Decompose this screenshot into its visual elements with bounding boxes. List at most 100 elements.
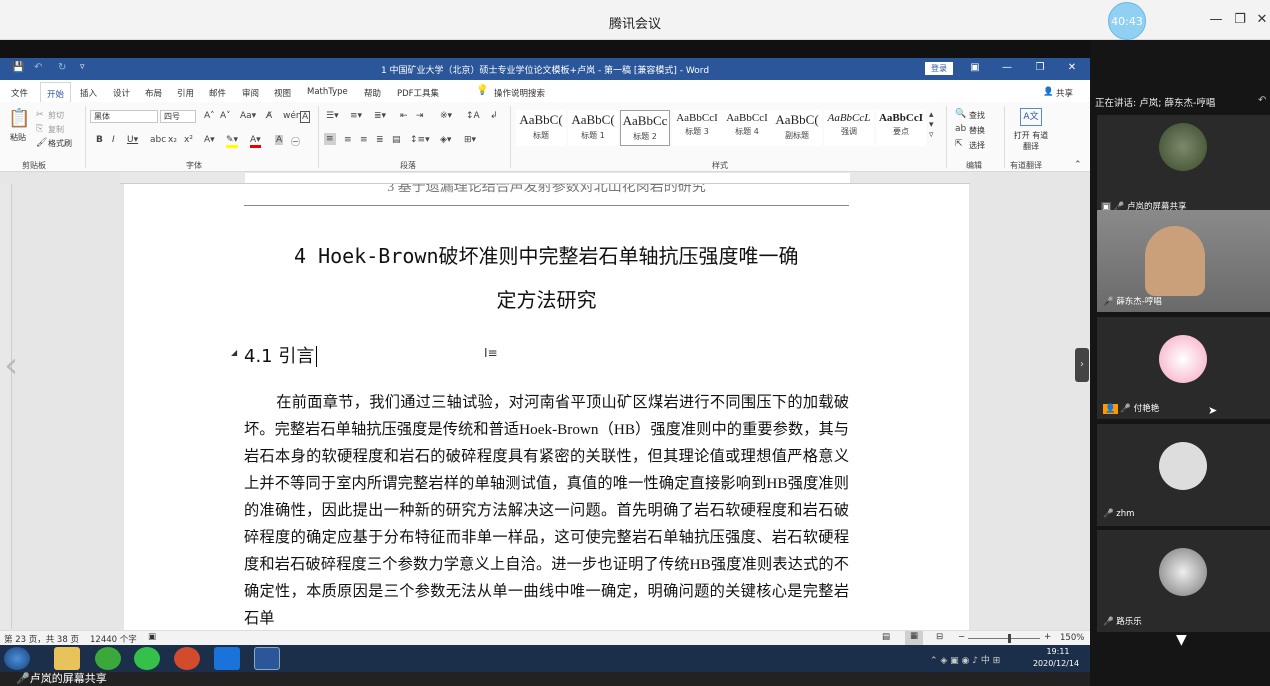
participant-tile[interactable]: 🎤 路乐乐 — [1097, 530, 1270, 632]
select-button[interactable]: 选择 — [969, 140, 985, 151]
style-title[interactable]: AaBbC(标题 — [516, 110, 566, 146]
enclose-char-icon[interactable]: ㊀ — [291, 135, 300, 148]
page-count[interactable]: 第 23 页，共 38 页 — [4, 633, 79, 645]
align-left-icon[interactable]: ≡ — [324, 133, 336, 145]
style-strong[interactable]: AaBbCcI 要点 — [876, 110, 926, 146]
font-color-icon[interactable]: A▾ — [250, 135, 261, 148]
line-spacing-icon[interactable]: ↕≡▾ — [410, 135, 430, 145]
justify-icon[interactable]: ≣ — [376, 135, 384, 145]
collapse-heading-icon[interactable]: ◢ — [231, 348, 237, 357]
distributed-icon[interactable]: ▤ — [392, 135, 401, 145]
style-subtitle[interactable]: AaBbC(副标题 — [772, 110, 822, 146]
highlight-icon[interactable]: ✎▾ — [226, 135, 239, 148]
chinese-layout-icon[interactable]: ※▾ — [440, 111, 452, 121]
panel-back-icon[interactable]: ↶ — [1258, 95, 1266, 106]
style-heading-1[interactable]: AaBbC(标题 1 — [568, 110, 618, 146]
cut-icon[interactable]: ✂ — [36, 110, 44, 120]
ribbon-display-icon[interactable]: ▣ — [968, 62, 982, 73]
powerpoint-icon[interactable] — [174, 647, 200, 670]
italic-icon[interactable]: I — [112, 135, 115, 145]
style-emphasis[interactable]: AaBbCcL 强调 — [824, 110, 874, 146]
web-layout-icon[interactable]: ⊟ — [936, 632, 943, 642]
minimize-icon[interactable]: — — [1206, 12, 1226, 27]
word-taskbar-icon[interactable] — [254, 647, 280, 670]
tray-icons[interactable]: ⌃ ◈ ▣ ◉ ♪ 中 ⊞ — [930, 653, 1000, 666]
zoom-out-icon[interactable]: − — [958, 632, 965, 642]
participant-tile[interactable]: ▣ 🎤 卢岚的屏幕共享 — [1097, 115, 1270, 217]
document-page[interactable]: 3 基于遗漏理论结合声发射参数对北山花岗岩的研究 4 Hoek-Brown破坏准… — [124, 184, 969, 630]
clock-time[interactable]: 19:11 — [1038, 647, 1078, 656]
change-case-icon[interactable]: Aa▾ — [240, 111, 256, 121]
translate-icon[interactable]: A文 — [1020, 108, 1042, 126]
find-icon[interactable]: 🔍 — [955, 109, 966, 119]
tab-help[interactable]: 帮助 — [364, 87, 381, 99]
replace-icon[interactable]: ab — [955, 124, 966, 134]
participant-tile[interactable]: 👤 🎤 付艳艳 — [1097, 317, 1270, 419]
participant-tile[interactable]: 🎤 薛东杰-哼唱 — [1097, 210, 1270, 312]
tab-references[interactable]: 引用 — [177, 87, 194, 99]
multilevel-list-icon[interactable]: ≣▾ — [374, 111, 386, 121]
format-painter-button[interactable]: 格式刷 — [48, 138, 72, 149]
text-effects-icon[interactable]: A▾ — [204, 135, 215, 145]
zoom-slider[interactable] — [968, 638, 1040, 639]
paste-icon[interactable]: 📋 — [8, 108, 30, 129]
tencent-meeting-icon[interactable] — [214, 647, 240, 670]
underline-icon[interactable]: U▾ — [127, 135, 138, 145]
restore-icon[interactable]: ❐ — [1230, 12, 1250, 27]
zoom-slider-thumb[interactable] — [1008, 634, 1011, 643]
tell-me-search[interactable]: 操作说明搜索 — [494, 87, 545, 99]
phonetic-icon[interactable]: wén — [283, 111, 302, 121]
copy-button[interactable]: 复制 — [48, 124, 64, 135]
word-count[interactable]: 12440 个字 — [90, 633, 137, 645]
tab-view[interactable]: 视图 — [274, 87, 291, 99]
word-minimize-icon[interactable]: — — [1000, 62, 1014, 73]
proofing-icon[interactable]: ▣ — [148, 632, 156, 642]
superscript-icon[interactable]: x² — [184, 135, 193, 145]
tab-layout[interactable]: 布局 — [145, 87, 162, 99]
char-border-icon[interactable]: A — [300, 111, 311, 123]
clock-date[interactable]: 2020/12/14 — [1030, 659, 1082, 668]
select-icon[interactable]: ⇱ — [955, 139, 963, 149]
zoom-in-icon[interactable]: + — [1044, 632, 1051, 642]
find-button[interactable]: 查找 — [969, 110, 985, 121]
word-close-icon[interactable]: ✕ — [1065, 62, 1079, 73]
subscript-icon[interactable]: x₂ — [168, 135, 177, 145]
wechat-icon[interactable] — [134, 647, 160, 670]
start-button-icon[interactable] — [4, 647, 30, 670]
browser-icon[interactable] — [95, 647, 121, 670]
paste-button[interactable]: 粘贴 — [10, 132, 26, 143]
close-icon[interactable]: ✕ — [1252, 12, 1270, 27]
previous-page-arrow[interactable]: ‹ — [4, 345, 18, 386]
show-marks-icon[interactable]: ↲ — [490, 111, 498, 121]
share-button[interactable]: 共享 — [1056, 87, 1073, 99]
styles-scroll-icon[interactable]: ▴ ▾ ▿ — [929, 110, 934, 140]
decrease-indent-icon[interactable]: ⇤ — [400, 111, 408, 121]
word-restore-icon[interactable]: ❐ — [1033, 62, 1047, 73]
tab-mathtype[interactable]: MathType — [307, 87, 348, 97]
cut-button[interactable]: 剪切 — [48, 110, 64, 121]
align-center-icon[interactable]: ≡ — [344, 135, 352, 145]
style-heading-3[interactable]: AaBbCcI 标题 3 — [672, 110, 722, 146]
zoom-level[interactable]: 150% — [1060, 633, 1084, 643]
strikethrough-icon[interactable]: abc — [150, 135, 166, 145]
font-name-select[interactable]: 黑体 — [90, 110, 158, 123]
format-painter-icon[interactable]: 🖌 — [36, 138, 47, 148]
tab-pdf-tools[interactable]: PDF工具集 — [397, 87, 439, 99]
tab-home[interactable]: 开始 — [40, 82, 72, 102]
login-button[interactable]: 登录 — [925, 62, 953, 75]
font-size-select[interactable]: 四号 — [160, 110, 196, 123]
replace-button[interactable]: 替换 — [969, 125, 985, 136]
clear-format-icon[interactable]: A̸ — [266, 111, 272, 121]
shading-icon[interactable]: ◈▾ — [440, 135, 451, 145]
participant-tile[interactable]: 🎤 zhm — [1097, 424, 1270, 526]
style-heading-2[interactable]: AaBbCc 标题 2 — [620, 110, 670, 146]
tab-insert[interactable]: 插入 — [80, 87, 97, 99]
copy-icon[interactable]: ⎘ — [36, 124, 43, 134]
horizontal-ruler[interactable] — [120, 172, 970, 184]
tab-mailings[interactable]: 邮件 — [209, 87, 226, 99]
style-heading-4[interactable]: AaBbCcI 标题 4 — [722, 110, 772, 146]
translate-button[interactable]: 打开 有道翻译 — [1010, 130, 1052, 152]
increase-indent-icon[interactable]: ⇥ — [416, 111, 424, 121]
vertical-ruler[interactable] — [0, 184, 12, 629]
tab-file[interactable]: 文件 — [11, 87, 28, 99]
